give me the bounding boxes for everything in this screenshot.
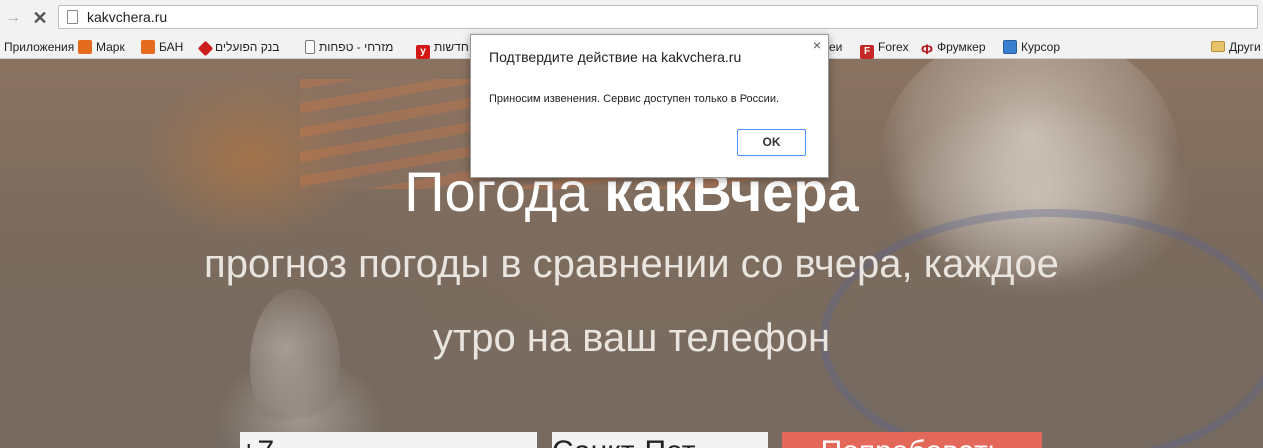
bookmark-mizrahi[interactable]: מזרחי - טפחות <box>305 39 393 55</box>
forward-arrow-icon[interactable]: → <box>3 8 23 28</box>
forex-icon: F <box>860 45 874 59</box>
bookmark-label: מזרחי - טפחות <box>319 40 394 54</box>
bookmark-partial[interactable]: еи <box>829 39 842 55</box>
bookmark-apps[interactable]: Приложения <box>0 39 74 55</box>
bookmark-kursor[interactable]: Курсор <box>1003 39 1060 55</box>
bookmark-forex[interactable]: F Forex <box>860 39 909 59</box>
bookmark-bank[interactable]: בנק הפועלים <box>197 39 280 57</box>
bookmark-label: БАН <box>159 40 184 54</box>
page-icon <box>67 10 78 24</box>
bookmark-frumker[interactable]: Ф Фрумкер <box>921 39 986 57</box>
bookmark-label: בנק הפועלים <box>215 40 280 54</box>
city-input[interactable]: Санкт-Пет <box>552 432 768 448</box>
bookmark-ban[interactable]: БАН <box>141 39 183 55</box>
bookmark-label: еи <box>829 40 843 54</box>
submit-button[interactable]: Попробовать <box>782 432 1042 448</box>
ynet-icon: y <box>416 45 430 59</box>
stop-loading-icon[interactable]: ✕ <box>30 8 50 28</box>
kursor-icon <box>1003 40 1017 54</box>
hero-subtitle-line1: прогноз погоды в сравнении со вчера, каж… <box>204 242 1059 286</box>
bookmark-label: Други <box>1229 40 1261 54</box>
browser-toolbar: → ✕ kakvchera.ru <box>0 0 1263 37</box>
mark-icon <box>78 40 92 54</box>
address-bar[interactable]: kakvchera.ru <box>58 5 1258 29</box>
dialog-title: Подтвердите действие на kakvchera.ru <box>489 49 742 65</box>
page-icon <box>305 40 315 54</box>
bookmark-mark[interactable]: Марк <box>78 39 125 55</box>
phone-input[interactable]: +7 <box>240 432 537 448</box>
bookmark-news[interactable]: y חדשות <box>416 39 469 59</box>
signup-form: +7 Санкт-Пет Попробовать <box>0 432 1263 448</box>
frumker-icon: Ф <box>921 41 933 57</box>
url-text: kakvchera.ru <box>87 9 168 25</box>
hero-subtitle: прогноз погоды в сравнении со вчера, каж… <box>0 239 1263 387</box>
bookmark-label: חדשות <box>434 40 469 54</box>
dialog-message: Приносим извенения. Сервис доступен толь… <box>489 93 780 105</box>
bookmark-label: Forex <box>878 40 909 54</box>
bookmark-label: Курсор <box>1021 40 1061 54</box>
bank-icon <box>197 40 214 57</box>
folder-icon <box>1211 41 1225 52</box>
close-icon[interactable]: × <box>813 37 821 53</box>
bookmark-other[interactable]: Други <box>1211 39 1261 55</box>
ban-icon <box>141 40 155 54</box>
bookmark-label: Марк <box>96 40 125 54</box>
hero-subtitle-line2: утро на ваш телефон <box>432 316 831 360</box>
confirm-dialog: × Подтвердите действие на kakvchera.ru П… <box>470 34 829 178</box>
bookmark-label: Фрумкер <box>937 40 986 54</box>
ok-button[interactable]: OK <box>737 129 806 156</box>
bookmark-label: Приложения <box>4 40 75 54</box>
